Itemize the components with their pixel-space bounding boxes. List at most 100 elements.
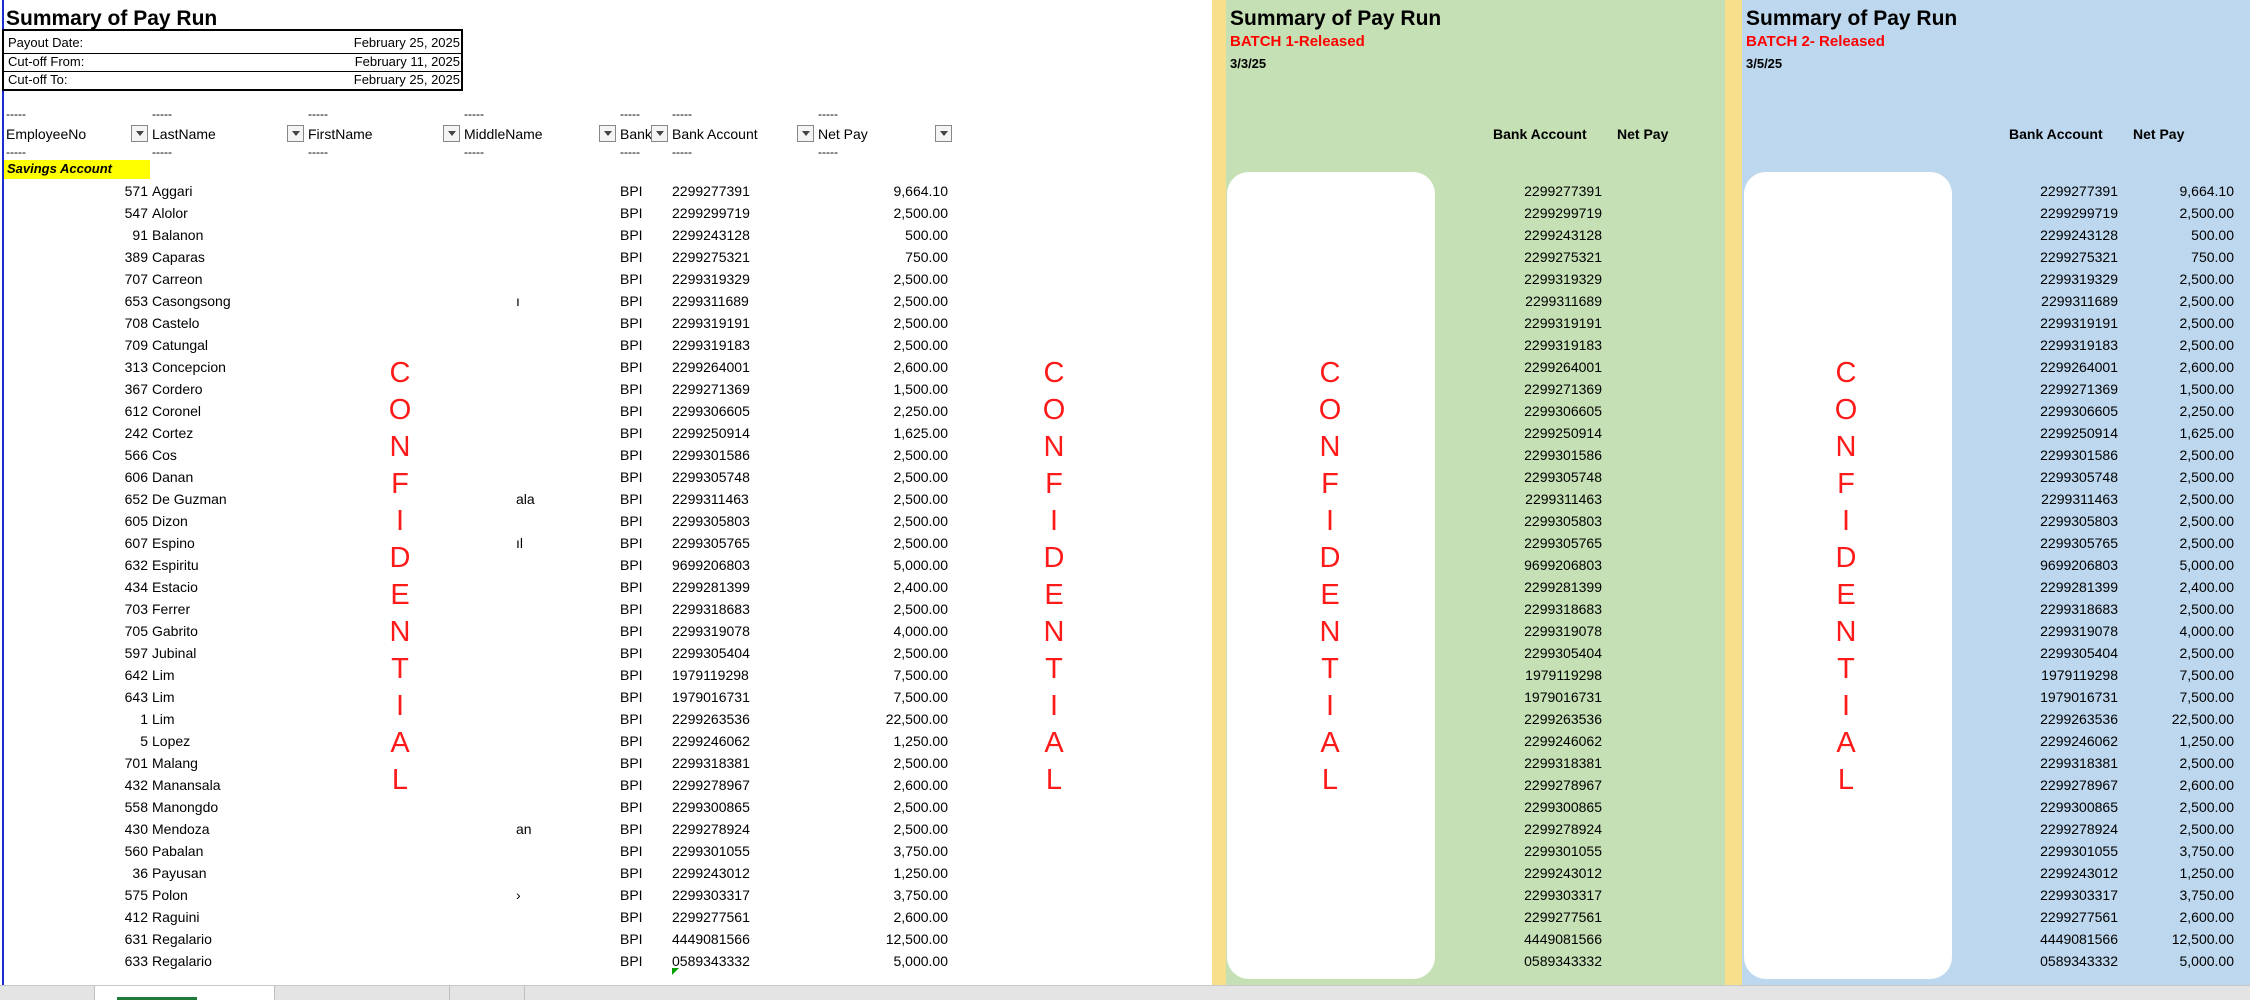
- batch2-net-pay-cell: 2,500.00: [2179, 755, 2235, 771]
- bank-cell: BPI: [620, 931, 643, 947]
- last-name-cell: Malang: [152, 755, 198, 771]
- confidential-watermark: CONFIDENTIAL: [1310, 355, 1350, 799]
- table-row[interactable]: 242 Cortez BPI 2299250914 1,625.00 2299250914…: [0, 422, 2250, 444]
- last-name-cell: Coronel: [152, 403, 202, 419]
- table-row[interactable]: 632 Espiritu BPI 9699206803 5,000.00 96992068…: [0, 554, 2250, 576]
- bank-account-cell: 2299305404: [672, 645, 750, 661]
- batch2-bank-account-cell: 2299318683: [2040, 601, 2118, 617]
- table-row[interactable]: 36 Payusan BPI 2299243012 1,250.00 2299243012…: [0, 862, 2250, 884]
- table-row[interactable]: 412 Raguini BPI 2299277561 2,600.00 229927756…: [0, 906, 2250, 928]
- watermark-letter: L: [1837, 764, 1855, 796]
- employee-no-cell: 633: [124, 953, 148, 969]
- filter-dropdown-icon[interactable]: [131, 125, 148, 142]
- table-row[interactable]: 631 Regalario BPI 4449081566 12,500.00 444908…: [0, 928, 2250, 950]
- table-row[interactable]: 703 Ferrer BPI 2299318683 2,500.00 2299318683…: [0, 598, 2250, 620]
- spreadsheet-grid[interactable]: Summary of Pay Run Payout Date: February…: [0, 0, 2250, 985]
- sheet-tab[interactable]: [450, 986, 525, 1000]
- batch2-bank-account-cell: 2299275321: [2040, 249, 2118, 265]
- watermark-letter: D: [389, 542, 411, 574]
- batch1-bank-account-cell: 2299301055: [1524, 843, 1602, 859]
- filter-dropdown-icon[interactable]: [797, 125, 814, 142]
- cutoff-from-row: Cut-off From: February 11, 2025: [8, 54, 460, 72]
- employee-no-cell: 612: [124, 403, 148, 419]
- header-dash: -----: [152, 107, 172, 121]
- net-pay-cell: 12,500.00: [885, 931, 948, 947]
- table-row[interactable]: 313 Concepcion BPI 2299264001 2,600.00 229926…: [0, 356, 2250, 378]
- table-row[interactable]: 707 Carreon BPI 2299319329 2,500.00 229931932…: [0, 268, 2250, 290]
- table-row[interactable]: 566 Cos BPI 2299301586 2,500.00 2299301586 229…: [0, 444, 2250, 466]
- header-dash: -----: [620, 145, 640, 159]
- table-row[interactable]: 91 Balanon BPI 2299243128 500.00 2299243128 22…: [0, 224, 2250, 246]
- sheet-tab[interactable]: [0, 986, 95, 1000]
- batch1-date: 3/3/25: [1230, 56, 1267, 71]
- bank-cell: BPI: [620, 689, 643, 705]
- batch2-bank-account-cell: 2299301586: [2040, 447, 2118, 463]
- table-row[interactable]: 367 Cordero BPI 2299271369 1,500.00 229927136…: [0, 378, 2250, 400]
- sheet-tab[interactable]: [275, 986, 450, 1000]
- batch2-net-pay-cell: 500.00: [2191, 227, 2234, 243]
- table-row[interactable]: 1 Lim BPI 2299263536 22,500.00 2299263536 2299…: [0, 708, 2250, 730]
- watermark-letter: E: [390, 579, 410, 611]
- table-row[interactable]: 652 De Guzman ala BPI 2299311463 2,500.00 2299…: [0, 488, 2250, 510]
- filter-dropdown-icon[interactable]: [443, 125, 460, 142]
- table-row[interactable]: 560 Pabalan BPI 2299301055 3,750.00 229930105…: [0, 840, 2250, 862]
- employee-no-cell: 709: [124, 337, 148, 353]
- batch2-bank-account-cell: 2299319329: [2040, 271, 2118, 287]
- bank-cell: BPI: [620, 953, 643, 969]
- table-row[interactable]: 547 Alolor BPI 2299299719 2,500.00 2299299719…: [0, 202, 2250, 224]
- last-name-cell: Lim: [152, 711, 175, 727]
- batch2-net-pay-cell: 2,500.00: [2179, 645, 2235, 661]
- batch2-bank-account-cell: 4449081566: [2040, 931, 2118, 947]
- table-row[interactable]: 571 Aggari BPI 2299277391 9,664.10 2299277391…: [0, 180, 2250, 202]
- table-row[interactable]: 432 Manansala BPI 2299278967 2,600.00 2299278…: [0, 774, 2250, 796]
- batch1-bank-account-cell: 2299319191: [1524, 315, 1602, 331]
- table-row[interactable]: 612 Coronel BPI 2299306605 2,250.00 229930660…: [0, 400, 2250, 422]
- table-row[interactable]: 642 Lim BPI 1979119298 7,500.00 1979119298 197…: [0, 664, 2250, 686]
- table-row[interactable]: 709 Catungal BPI 2299319183 2,500.00 22993191…: [0, 334, 2250, 356]
- middle-name-cell: ı: [516, 293, 520, 309]
- table-row[interactable]: 558 Manongdo BPI 2299300865 2,500.00 22993008…: [0, 796, 2250, 818]
- table-row[interactable]: 434 Estacio BPI 2299281399 2,400.00 229928139…: [0, 576, 2250, 598]
- table-row[interactable]: 606 Danan BPI 2299305748 2,500.00 2299305748 2…: [0, 466, 2250, 488]
- bank-account-cell: 2299303317: [672, 887, 750, 903]
- table-row[interactable]: 575 Polon › BPI 2299303317 3,750.00 2299303317…: [0, 884, 2250, 906]
- header-dash: -----: [308, 107, 328, 121]
- watermark-letter: T: [1837, 653, 1855, 685]
- filter-dropdown-icon[interactable]: [287, 125, 304, 142]
- employee-no-cell: 707: [124, 271, 148, 287]
- page-title: Summary of Pay Run: [6, 7, 218, 30]
- bank-account-cell: 2299311463: [672, 491, 749, 507]
- table-row[interactable]: 701 Malang BPI 2299318381 2,500.00 2299318381…: [0, 752, 2250, 774]
- table-row[interactable]: 597 Jubinal BPI 2299305404 2,500.00 229930540…: [0, 642, 2250, 664]
- batch2-date: 3/5/25: [1746, 56, 1783, 71]
- filter-dropdown-icon[interactable]: [599, 125, 616, 142]
- table-row[interactable]: 708 Castelo BPI 2299319191 2,500.00 229931919…: [0, 312, 2250, 334]
- bank-cell: BPI: [620, 315, 643, 331]
- net-pay-cell: 2,500.00: [893, 271, 949, 287]
- employee-no-cell: 1: [140, 711, 148, 727]
- filter-dropdown-icon[interactable]: [935, 125, 952, 142]
- table-row[interactable]: 5 Lopez BPI 2299246062 1,250.00 2299246062 229…: [0, 730, 2250, 752]
- table-row[interactable]: 653 Casongsong ı BPI 2299311689 2,500.00 22993…: [0, 290, 2250, 312]
- filter-dropdown-icon[interactable]: [651, 125, 668, 142]
- table-row[interactable]: 705 Gabrito BPI 2299319078 4,000.00 229931907…: [0, 620, 2250, 642]
- batch1-bank-account-cell: 2299318683: [1524, 601, 1602, 617]
- table-row[interactable]: 430 Mendoza an BPI 2299278924 2,500.00 2299278…: [0, 818, 2250, 840]
- batch2-bank-account-cell: 2299311463: [2041, 491, 2118, 507]
- table-row[interactable]: 389 Caparas BPI 2299275321 750.00 2299275321 2…: [0, 246, 2250, 268]
- table-row[interactable]: 607 Espino ıl BPI 2299305765 2,500.00 22993057…: [0, 532, 2250, 554]
- table-row[interactable]: 643 Lim BPI 1979016731 7,500.00 1979016731 197…: [0, 686, 2250, 708]
- batch1-bank-account-cell: 2299305803: [1524, 513, 1602, 529]
- watermark-letter: A: [390, 727, 410, 759]
- sheet-tab-active[interactable]: [95, 986, 275, 1000]
- bank-account-cell: 1979119298: [672, 667, 749, 683]
- batch2-bank-account-cell: 2299306605: [2040, 403, 2118, 419]
- batch2-net-pay-cell: 4,000.00: [2179, 623, 2235, 639]
- net-pay-cell: 2,500.00: [893, 315, 949, 331]
- table-row[interactable]: 633 Regalario BPI 0589343332 5,000.00 0589343…: [0, 950, 2250, 972]
- last-name-cell: Regalario: [152, 953, 212, 969]
- bank-cell: BPI: [620, 777, 643, 793]
- confidential-watermark: CONFIDENTIAL: [380, 355, 420, 799]
- table-row[interactable]: 605 Dizon BPI 2299305803 2,500.00 2299305803 2…: [0, 510, 2250, 532]
- confidential-watermark: CONFIDENTIAL: [1034, 355, 1074, 799]
